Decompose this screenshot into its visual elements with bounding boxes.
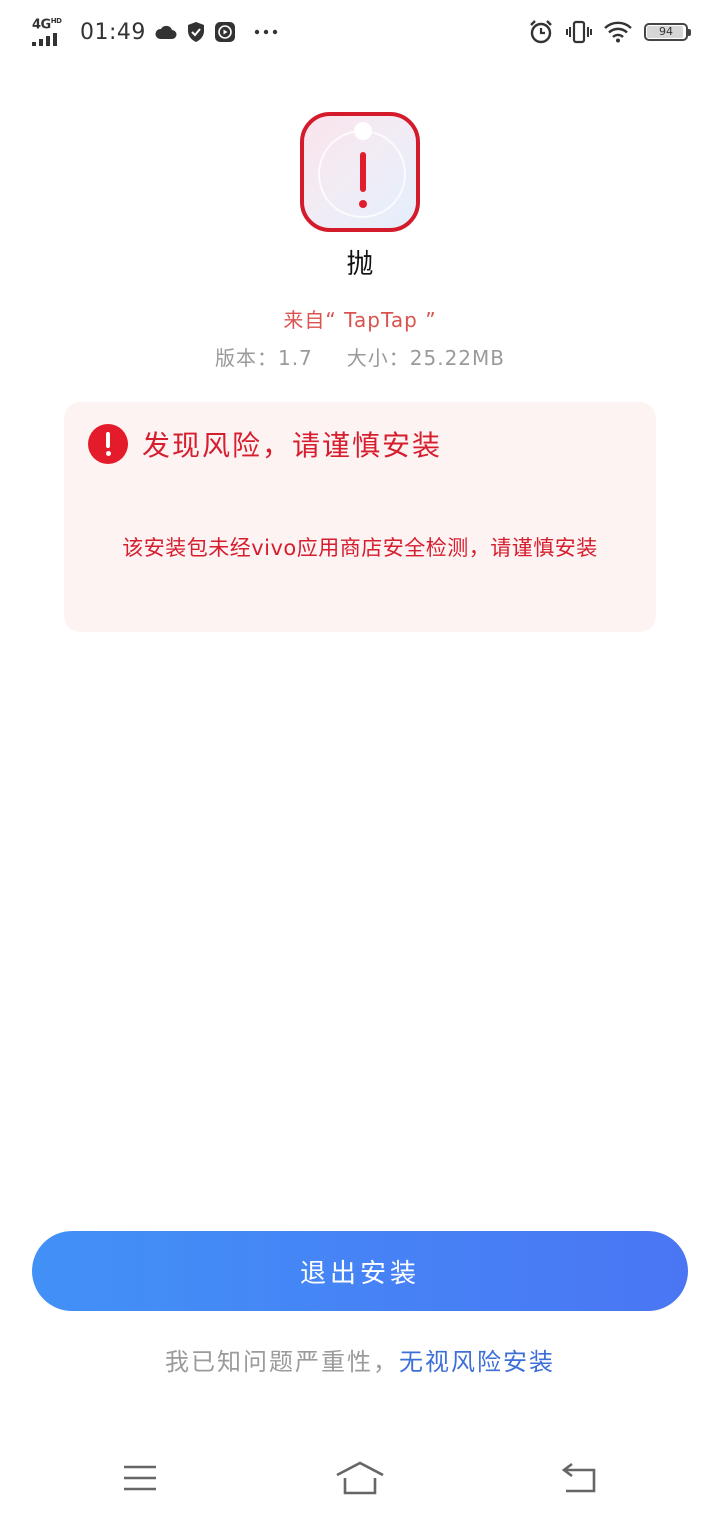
app-size: 大小：25.22MB (346, 346, 506, 370)
wifi-icon (604, 21, 632, 43)
risk-title: 发现风险，请谨慎安装 (142, 429, 443, 462)
status-bar-left: 4GHD 01:49 (30, 14, 278, 50)
install-risk-screen: 4GHD 01:49 94 抛 来自“ TapTap ” 版本：1.7 大小：2… (0, 0, 720, 1520)
ignore-risk-row: 我已知问题严重性，无视风险安装 (0, 1342, 720, 1377)
back-icon[interactable] (550, 1456, 610, 1500)
navigation-bar (0, 1440, 720, 1520)
alarm-icon (528, 19, 554, 45)
clock-time: 01:49 (80, 19, 146, 45)
app-version: 版本：1.7 (214, 346, 313, 370)
alert-circle-icon (88, 424, 128, 464)
network-indicator: 4GHD (30, 17, 70, 47)
risk-warning-card: 发现风险，请谨慎安装 该安装包未经vivo应用商店安全检测，请谨慎安装 (64, 402, 656, 632)
home-icon[interactable] (330, 1456, 390, 1500)
app-name: 抛 (346, 249, 374, 280)
app-meta: 版本：1.7 大小：25.22MB (0, 342, 720, 371)
cloud-icon (154, 22, 178, 42)
ignore-risk-install-link[interactable]: 无视风险安装 (399, 1348, 555, 1376)
play-icon (214, 21, 236, 43)
more-dots-icon (254, 28, 278, 36)
menu-icon[interactable] (110, 1456, 170, 1500)
battery-icon: 94 (644, 23, 691, 41)
network-type: 4GHD (32, 17, 62, 33)
risk-header: 发现风险，请谨慎安装 (88, 424, 442, 464)
vibrate-icon (566, 20, 592, 44)
battery-level: 94 (659, 25, 673, 38)
ignore-risk-hint: 我已知问题严重性， (165, 1348, 399, 1376)
shield-icon (186, 21, 206, 43)
app-source: 来自“ TapTap ” (283, 308, 437, 332)
exit-install-button[interactable]: 退出安装 (32, 1231, 688, 1311)
signal-bars-icon (32, 33, 57, 46)
alert-app-icon (300, 112, 420, 232)
risk-description: 该安装包未经vivo应用商店安全检测，请谨慎安装 (122, 536, 598, 560)
status-bar-right: 94 (528, 16, 691, 48)
status-bar: 4GHD 01:49 94 (0, 0, 720, 64)
